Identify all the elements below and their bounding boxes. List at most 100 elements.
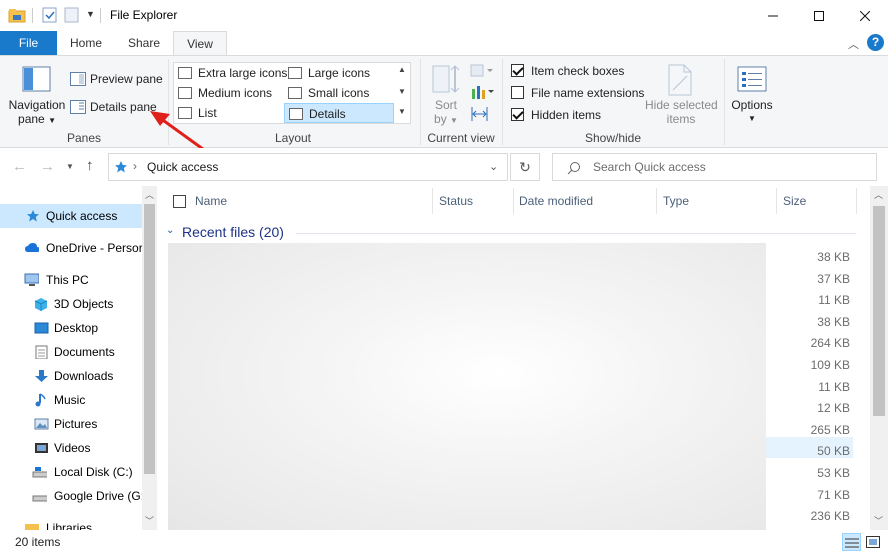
select-all-checkbox[interactable] <box>173 195 186 208</box>
nav-item-local-disk[interactable]: Local Disk (C:) <box>0 460 142 484</box>
blurred-file-names <box>168 243 766 530</box>
breadcrumb[interactable]: Quick access <box>147 160 218 174</box>
nav-item-downloads[interactable]: Downloads <box>0 364 142 388</box>
group-collapse-icon[interactable]: ⌄ <box>166 225 174 236</box>
nav-item-pictures[interactable]: Pictures <box>0 412 142 436</box>
recent-locations-icon[interactable]: ▼ <box>66 162 74 171</box>
minimize-button[interactable] <box>750 0 796 31</box>
tab-share[interactable]: Share <box>118 31 170 55</box>
nav-item-this-pc[interactable]: This PC <box>0 268 142 292</box>
layout-list[interactable]: List <box>174 103 282 123</box>
search-icon <box>567 162 580 175</box>
divider <box>656 188 657 214</box>
nav-item-label: Documents <box>54 345 115 359</box>
nav-item-label: Pictures <box>54 417 98 431</box>
tab-file[interactable]: File <box>0 31 57 55</box>
nav-scroll-thumb[interactable] <box>144 204 155 474</box>
star-icon <box>27 210 39 222</box>
layout-large-icons[interactable]: Large icons <box>284 63 394 83</box>
file-size: 37 KB <box>817 271 850 286</box>
navigation-pane-button[interactable]: Navigation pane ▼ <box>8 60 66 128</box>
nav-item-documents[interactable]: Documents <box>0 340 142 364</box>
scroll-down-icon[interactable]: ﹀ <box>874 514 883 527</box>
gallery-more-icon[interactable]: ▼ <box>398 107 406 116</box>
search-box[interactable]: Search Quick access <box>552 153 877 181</box>
back-arrow-icon[interactable]: ← <box>12 158 27 175</box>
details-view-icon <box>845 538 859 548</box>
file-size: 38 KB <box>817 314 850 329</box>
new-folder-icon[interactable] <box>64 7 80 23</box>
size-columns-icon[interactable] <box>470 106 490 122</box>
forward-arrow-icon[interactable]: → <box>40 158 55 175</box>
file-list: Name Status Date modified Type Size ⌄ Re… <box>158 186 888 530</box>
gallery-up-icon[interactable]: ▲ <box>398 65 406 74</box>
help-icon[interactable]: ? <box>867 34 884 51</box>
file-name-extensions-checkbox[interactable] <box>511 86 524 99</box>
tab-view[interactable]: View <box>173 31 227 56</box>
nav-item-desktop[interactable]: Desktop <box>0 316 142 340</box>
maximize-button[interactable] <box>796 0 842 31</box>
computer-icon <box>24 273 39 286</box>
add-columns-icon[interactable] <box>470 84 494 100</box>
download-icon <box>35 370 48 382</box>
gallery-down-icon[interactable]: ▼ <box>398 87 406 96</box>
column-header-name[interactable]: Name <box>195 186 227 216</box>
hidden-items-checkbox[interactable] <box>511 108 524 121</box>
large-icons-view-button[interactable] <box>864 533 883 551</box>
file-list-scroll-thumb[interactable] <box>873 206 885 416</box>
quick-access-toolbar-dropdown-icon[interactable]: ▼ <box>86 9 95 19</box>
column-header-size[interactable]: Size <box>783 186 806 216</box>
layout-medium-icons[interactable]: Medium icons <box>174 83 282 103</box>
refresh-icon: ↻ <box>519 158 531 175</box>
nav-item-onedrive[interactable]: OneDrive - Persor <box>0 236 142 260</box>
search-input[interactable]: Search Quick access <box>593 160 706 174</box>
nav-scrollbar[interactable]: ︿ ﹀ <box>142 186 157 530</box>
hide-selected-items-button[interactable]: Hide selected items <box>645 60 718 126</box>
group-by-icon[interactable] <box>470 64 494 78</box>
nav-item-videos[interactable]: Videos <box>0 436 142 460</box>
file-size: 109 KB <box>810 358 850 372</box>
sort-by-button[interactable]: Sort by ▼ <box>428 60 464 126</box>
address-bar[interactable]: › Quick access ⌄ <box>108 153 508 181</box>
layout-small-icons[interactable]: Small icons <box>284 83 394 103</box>
column-header-status[interactable]: Status <box>439 186 473 216</box>
tab-home[interactable]: Home <box>62 31 110 55</box>
nav-item-quick-access[interactable]: Quick access <box>0 204 142 228</box>
large-icons-icon <box>288 67 302 79</box>
file-list-scrollbar[interactable]: ︿ ﹀ <box>870 186 888 530</box>
column-header-date-modified[interactable]: Date modified <box>519 186 593 216</box>
options-button[interactable]: Options ▼ <box>728 60 776 126</box>
details-view-button[interactable] <box>842 533 861 551</box>
refresh-button[interactable]: ↻ <box>510 153 540 181</box>
group-label-show-hide: Show/hide <box>584 131 642 145</box>
item-check-boxes-label: Item check boxes <box>531 64 625 78</box>
options-dropdown-icon: ▼ <box>748 114 756 123</box>
details-pane-icon <box>70 100 86 114</box>
item-check-boxes-checkbox[interactable] <box>511 64 524 77</box>
properties-icon[interactable] <box>42 7 58 23</box>
nav-item-3d-objects[interactable]: 3D Objects <box>0 292 142 316</box>
up-arrow-icon[interactable]: ↑ <box>86 157 94 174</box>
nav-item-music[interactable]: Music <box>0 388 142 412</box>
layout-label: Medium icons <box>198 86 273 100</box>
group-header[interactable]: Recent files (20) <box>182 224 284 240</box>
close-button[interactable] <box>842 0 888 31</box>
preview-pane-button[interactable]: Preview pane <box>70 69 163 89</box>
column-header-type[interactable]: Type <box>663 186 689 216</box>
details-pane-button[interactable]: Details pane <box>70 97 162 117</box>
scroll-down-icon[interactable]: ﹀ <box>145 514 154 527</box>
sort-label-2: by ▼ <box>434 112 458 126</box>
scroll-up-icon[interactable]: ︿ <box>874 188 883 201</box>
scroll-up-icon[interactable]: ︿ <box>145 188 154 201</box>
collapse-ribbon-icon[interactable]: ︿ <box>848 36 859 52</box>
layout-extra-large-icons[interactable]: Extra large icons <box>174 63 287 83</box>
options-label: Options <box>731 98 773 112</box>
nav-item-google-drive[interactable]: Google Drive (G: <box>0 484 142 508</box>
address-dropdown-icon[interactable]: ⌄ <box>489 160 498 173</box>
file-name-extensions-label: File name extensions <box>531 86 645 100</box>
hide-selected-label-2: items <box>666 112 696 126</box>
nav-item-libraries[interactable]: Libraries <box>0 516 142 530</box>
layout-details[interactable]: Details <box>284 103 394 123</box>
navigation-pane-icon <box>22 66 51 92</box>
medium-icons-icon <box>178 87 192 99</box>
